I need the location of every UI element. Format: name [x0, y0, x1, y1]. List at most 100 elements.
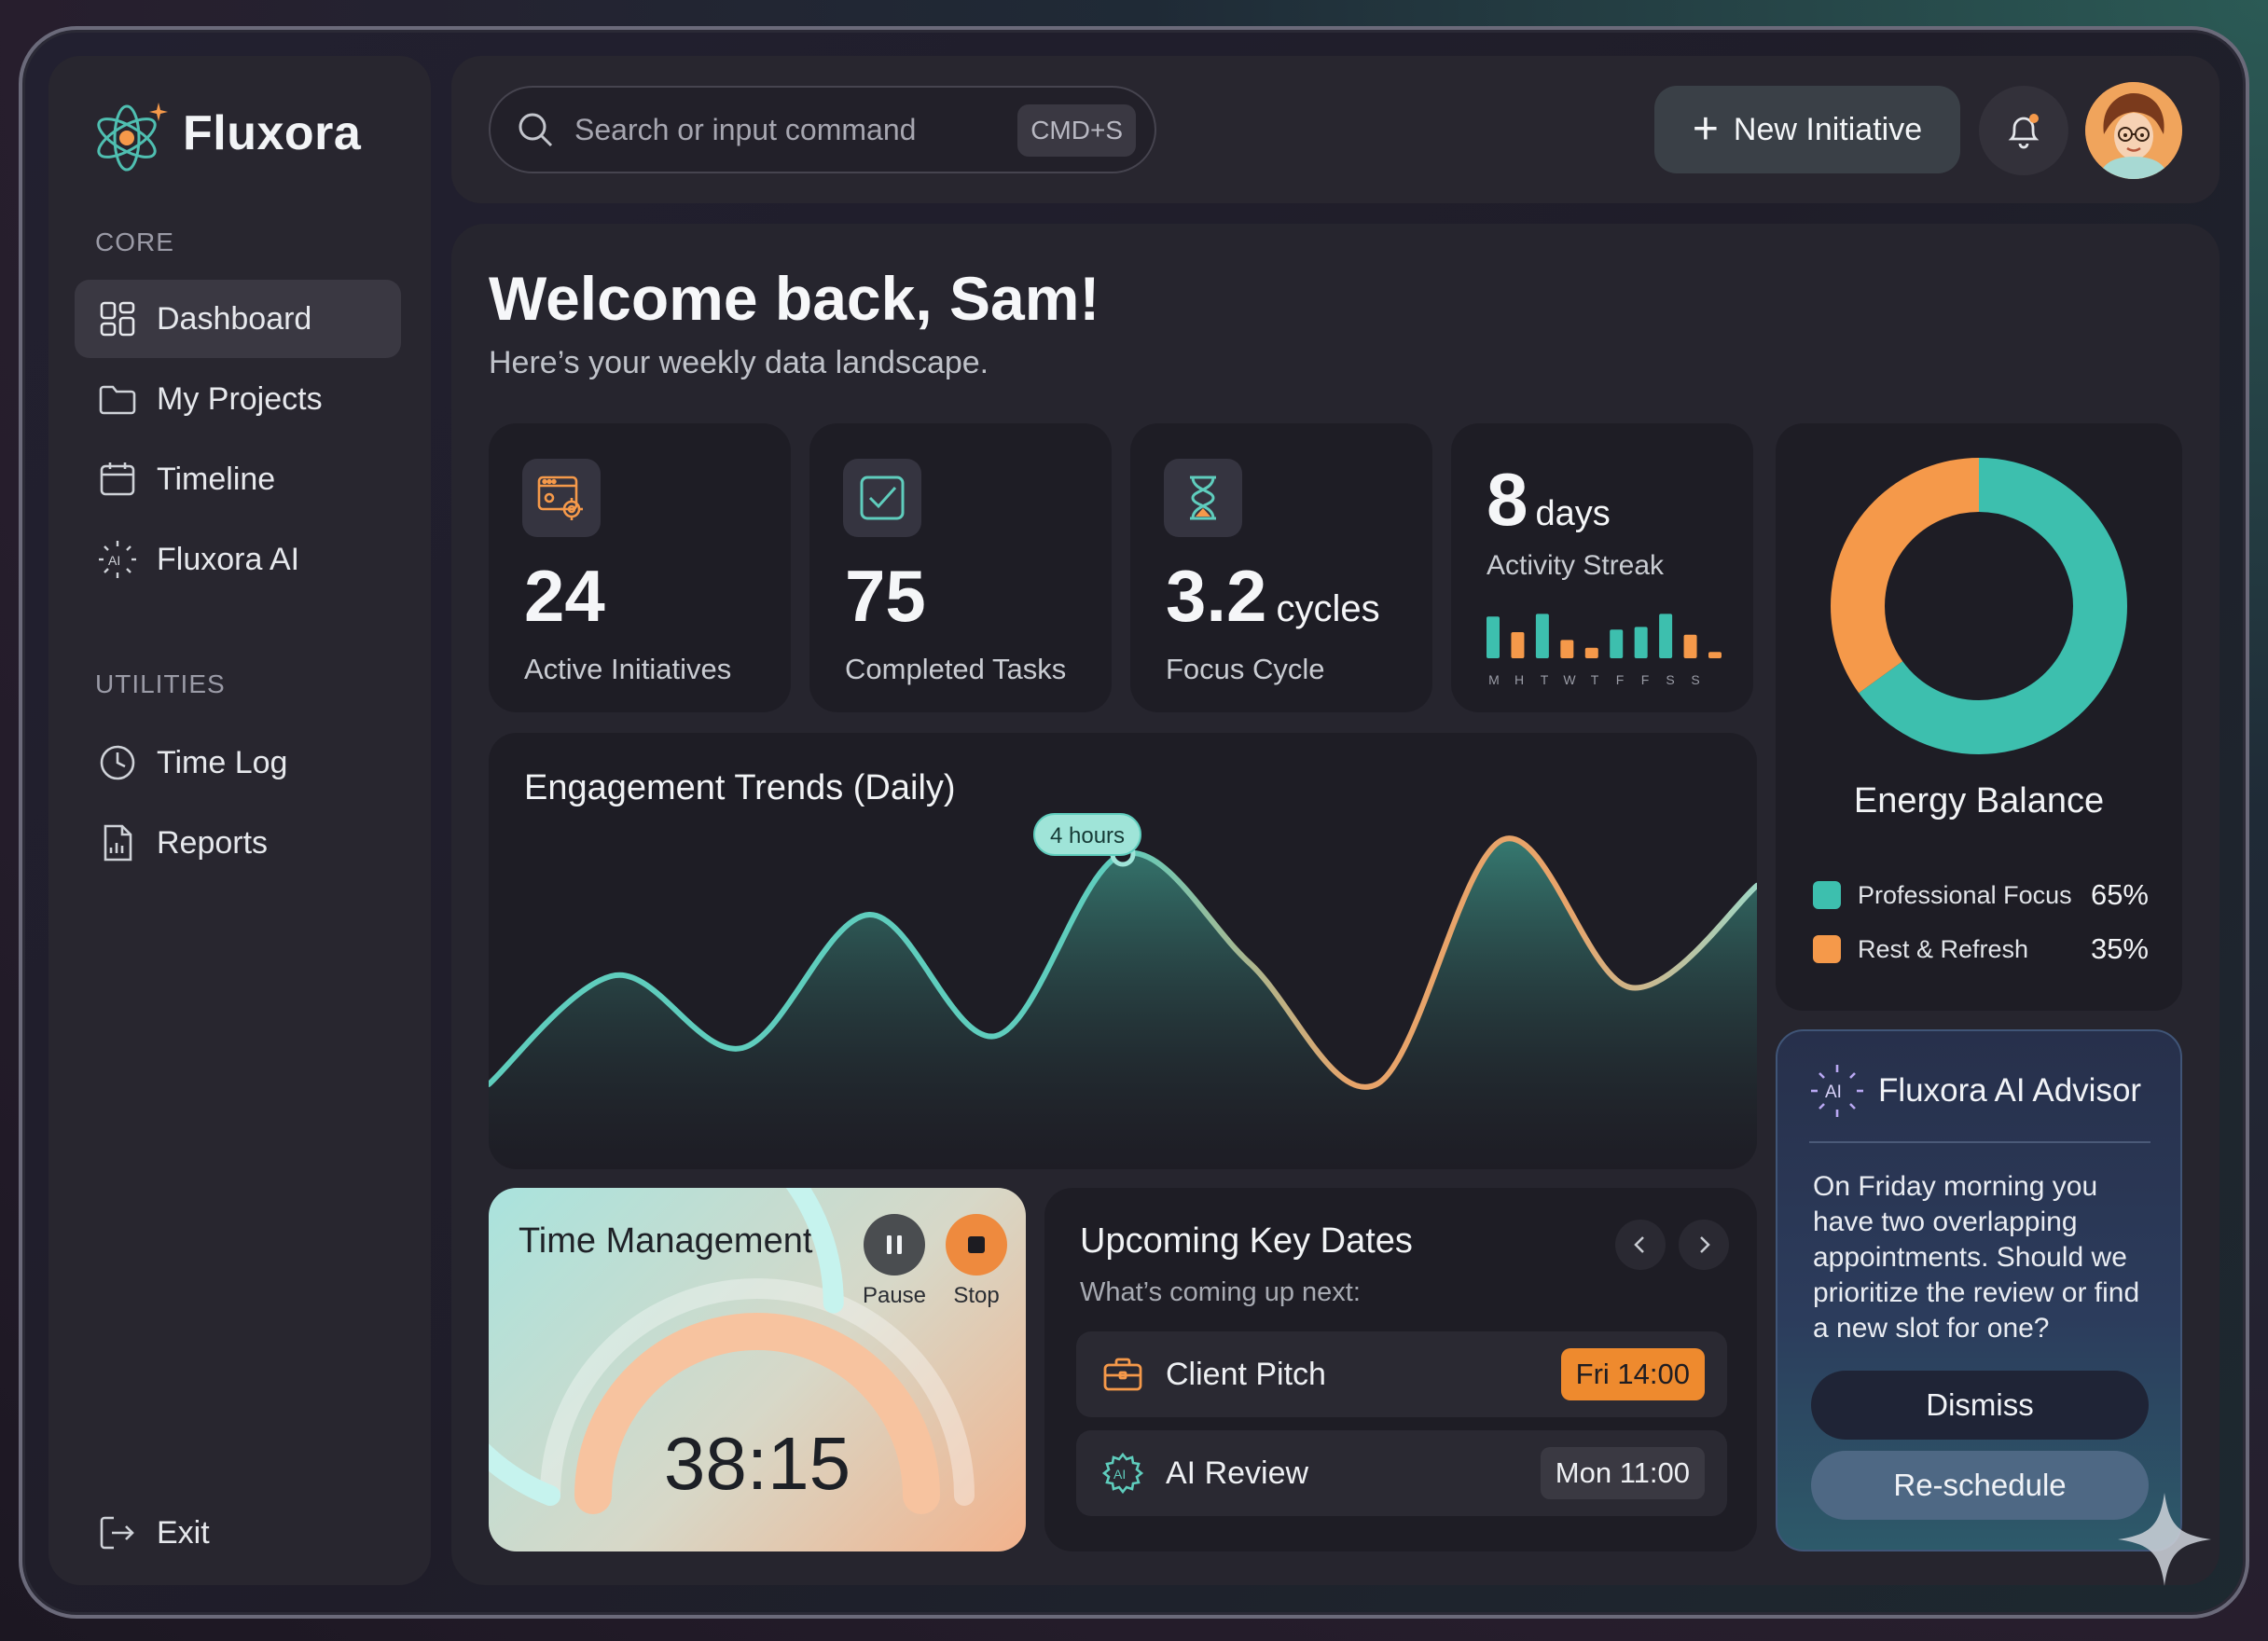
advisor-message: On Friday morning you have two overlappi…	[1813, 1171, 2140, 1344]
exit-label: Exit	[157, 1514, 210, 1551]
notifications-button[interactable]	[1979, 86, 2068, 175]
top-bar: Search or input command CMD+S + New Init…	[451, 56, 2220, 203]
date-item-name: AI Review	[1166, 1455, 1309, 1491]
avatar[interactable]	[2085, 82, 2182, 179]
search-input[interactable]: Search or input command CMD+S	[489, 86, 1156, 173]
engagement-trends-card[interactable]: Engagement Trends (Daily) 4 hours	[489, 733, 1757, 1169]
legend-swatch	[1813, 935, 1841, 963]
streak-number: 8	[1487, 458, 1528, 541]
bell-icon	[2008, 114, 2040, 149]
date-item-ai-review[interactable]: AI AI Review Mon 11:00	[1076, 1430, 1727, 1516]
sidebar-item-my-projects[interactable]: My Projects	[75, 360, 401, 438]
stat-unit: cycles	[1276, 588, 1380, 629]
streak-bar	[1610, 629, 1624, 658]
streak-bar	[1683, 634, 1697, 658]
sidebar-item-label: Dashboard	[157, 300, 312, 337]
section-utilities-label: UTILITIES	[95, 669, 226, 698]
dashboard-icon	[100, 301, 135, 337]
time-management-card[interactable]: Time Management Pause Stop 38:15	[489, 1188, 1026, 1551]
stat-card-activity-streak[interactable]: 8 days Activity Streak MH TWT F F S S	[1451, 423, 1753, 712]
sidebar-item-label: Reports	[157, 824, 269, 861]
date-item-client-pitch[interactable]: Client Pitch Fri 14:00	[1076, 1331, 1727, 1417]
main-panel: Welcome back, Sam! Here’s your weekly da…	[451, 224, 2220, 1585]
date-item-time-badge: Mon 11:00	[1540, 1447, 1705, 1499]
area-fill	[489, 838, 1757, 1169]
exit-icon	[100, 1516, 134, 1550]
stat-label: Focus Cycle	[1166, 653, 1325, 685]
new-initiative-button[interactable]: + New Initiative	[1654, 86, 1960, 173]
sidebar: Fluxora CORE Dashboard My Projects Timel…	[48, 56, 431, 1585]
legend-rest-refresh: Rest & Refresh 35%	[1813, 932, 2149, 966]
stat-value: 75	[845, 555, 926, 637]
legend-value: 35%	[2090, 932, 2149, 965]
brand[interactable]: Fluxora	[90, 91, 361, 175]
search-shortcut-badge: CMD+S	[1017, 104, 1136, 157]
advisor-header: AI Fluxora AI Advisor	[1809, 1063, 2141, 1119]
sidebar-item-timeline[interactable]: Timeline	[75, 440, 401, 518]
atom-logo-icon	[97, 103, 168, 172]
next-button[interactable]	[1679, 1220, 1729, 1270]
stat-label: Active Initiatives	[524, 653, 732, 685]
exit-button[interactable]: Exit	[75, 1494, 401, 1572]
energy-balance-card[interactable]: Energy Balance Professional Focus 65% Re…	[1776, 423, 2182, 1011]
streak-bar	[1560, 640, 1574, 658]
streak-bar	[1511, 632, 1525, 658]
search-placeholder: Search or input command	[574, 112, 917, 146]
sparkle-decoration-icon	[2118, 1493, 2211, 1586]
streak-day-label: H	[1514, 672, 1524, 687]
streak-bar	[1535, 614, 1549, 658]
ai-gear-icon: AI	[1101, 1452, 1144, 1495]
streak-bar	[1659, 614, 1673, 658]
app-name: Fluxora	[183, 106, 362, 160]
streak-label: Activity Streak	[1487, 550, 1665, 581]
streak-bar	[1634, 627, 1648, 658]
reschedule-button[interactable]: Re-schedule	[1811, 1451, 2149, 1520]
calendar-icon	[100, 462, 135, 496]
stat-card-focus-cycle[interactable]: 3.2 cycles Focus Cycle	[1130, 423, 1432, 712]
ai-advisor-card: AI Fluxora AI Advisor On Friday morning …	[1776, 1029, 2182, 1551]
sidebar-item-fluxora-ai[interactable]: AI Fluxora AI	[75, 520, 401, 599]
legend-label: Rest & Refresh	[1858, 934, 2029, 963]
sidebar-item-label: Timeline	[157, 461, 276, 497]
stat-label: Completed Tasks	[845, 653, 1067, 685]
stat-value: 24	[524, 555, 605, 637]
streak-day-label: F	[1641, 672, 1650, 687]
stat-card-completed-tasks[interactable]: 75 Completed Tasks	[809, 423, 1112, 712]
legend-professional-focus: Professional Focus 65%	[1813, 878, 2149, 912]
legend-label: Professional Focus	[1858, 880, 2072, 909]
clock-icon	[100, 745, 135, 780]
streak-day-label: M	[1488, 672, 1500, 687]
upcoming-key-dates-card: Upcoming Key Dates What’s coming up next…	[1044, 1188, 1757, 1551]
date-item-time-badge: Fri 14:00	[1560, 1348, 1705, 1400]
divider	[1809, 1141, 2150, 1143]
streak-unit: days	[1535, 494, 1611, 533]
prev-button[interactable]	[1615, 1220, 1666, 1270]
streak-bar	[1487, 616, 1500, 658]
streak-day-label: T	[1541, 672, 1549, 687]
svg-text:AI: AI	[1825, 1083, 1842, 1102]
svg-text:AI: AI	[1113, 1467, 1126, 1482]
streak-bar	[1708, 652, 1722, 658]
svg-text:AI: AI	[108, 553, 120, 568]
streak-day-label: S	[1691, 672, 1699, 687]
sidebar-item-dashboard[interactable]: Dashboard	[75, 280, 401, 358]
dates-title: Upcoming Key Dates	[1080, 1221, 1413, 1261]
ai-sparkle-icon: AI	[99, 541, 136, 578]
chart-tooltip: 4 hours	[1033, 813, 1142, 856]
sidebar-item-reports[interactable]: Reports	[75, 804, 401, 882]
settings-window-icon	[522, 459, 601, 537]
energy-title: Energy Balance	[1853, 781, 2105, 820]
briefcase-icon	[1103, 1358, 1142, 1391]
page-subtitle: Here’s your weekly data landscape.	[489, 345, 989, 380]
sidebar-item-time-log[interactable]: Time Log	[75, 724, 401, 802]
report-icon	[104, 824, 132, 862]
checkbox-icon	[843, 459, 921, 537]
legend-value: 65%	[2090, 878, 2149, 911]
energy-donut-chart	[1831, 458, 2127, 754]
stat-card-active-initiatives[interactable]: 24 Active Initiatives	[489, 423, 791, 712]
ai-sparkle-icon: AI	[1811, 1065, 1863, 1117]
streak-value: 8 days	[1487, 457, 1611, 543]
chevron-left-icon	[1634, 1236, 1644, 1253]
dismiss-button[interactable]: Dismiss	[1811, 1371, 2149, 1440]
sidebar-item-label: Time Log	[157, 744, 288, 780]
